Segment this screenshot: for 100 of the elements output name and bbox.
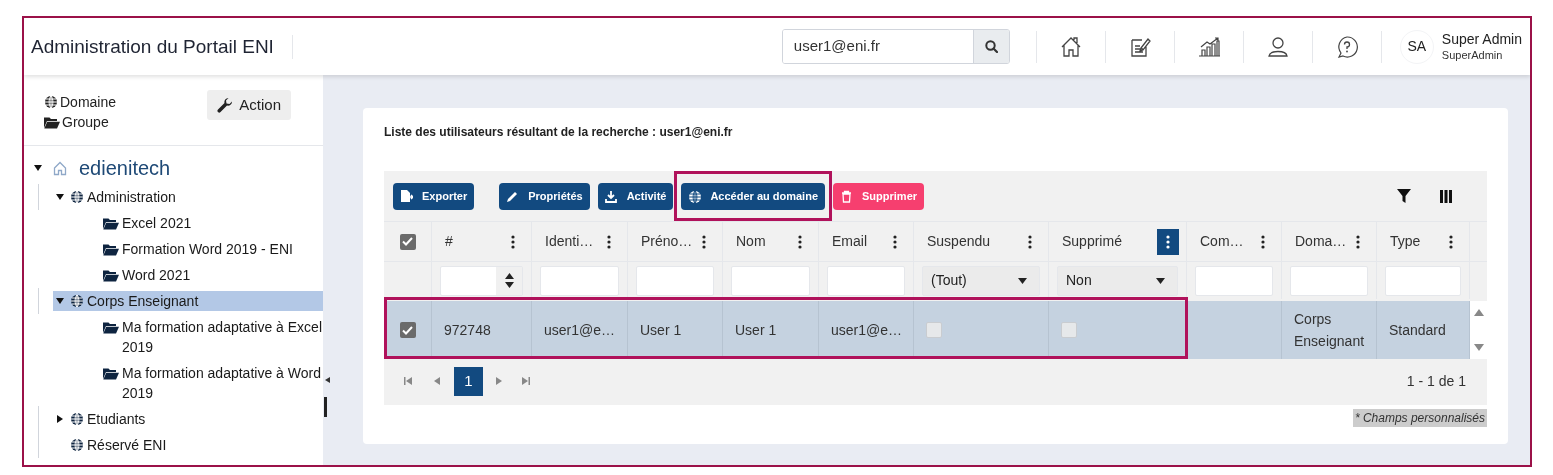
tree-label: Corps Enseignant [87, 292, 199, 311]
column-header: Email [832, 232, 867, 251]
tree-label: Administration [87, 188, 176, 207]
table-cell-text: user1@e… [831, 321, 903, 340]
tree-item[interactable]: Corps Enseignant [53, 291, 323, 311]
user-name: Super Admin [1441, 30, 1522, 47]
more-vertical-icon [702, 234, 706, 249]
previous-page-icon[interactable] [434, 377, 440, 385]
filter-field[interactable] [1290, 265, 1368, 296]
folder-icon [103, 268, 119, 282]
globe-icon [70, 412, 84, 426]
caret-right-icon[interactable] [57, 415, 63, 423]
search-button[interactable] [972, 30, 1009, 63]
search-icon [984, 40, 998, 53]
tree-item[interactable]: Réservé ENI [53, 435, 323, 455]
folder-icon [103, 242, 119, 256]
column-header: Préno… [641, 232, 693, 251]
tree-item[interactable]: Ma formation adaptative à Excel 2019 [86, 317, 323, 357]
table-cell-text: User 1 [640, 321, 682, 340]
table-row[interactable]: 972748 user1@e… User 1 User 1 user1@e… Corps Enseignant Standard [384, 301, 1487, 359]
column-header: Supprimé [1062, 232, 1122, 251]
checkbox[interactable] [399, 233, 416, 250]
column-header: Suspendu [927, 232, 991, 251]
tree-label: Ma formation adaptative à Word 2019 [122, 364, 322, 403]
table-cell-text: user1@e… [544, 321, 616, 340]
legend-label: Domaine [60, 92, 117, 112]
more-vertical-icon [607, 234, 611, 249]
table-cell-text: 972748 [444, 321, 491, 340]
more-vertical-icon [1028, 234, 1032, 249]
chart-icon[interactable] [1196, 34, 1221, 59]
scrollbar[interactable] [1470, 301, 1487, 359]
tree-label: edienitech [79, 156, 171, 181]
column-header: Com… [1200, 232, 1244, 251]
pagination-summary: 1 - 1 de 1 [1406, 371, 1466, 391]
column-header: Doma… [1295, 232, 1347, 251]
tree-item[interactable]: Ma formation adaptative à Word 2019 [86, 363, 323, 403]
splitter-handle[interactable] [324, 397, 327, 417]
filter-field[interactable] [636, 265, 714, 296]
more-vertical-icon [1356, 234, 1360, 249]
tree-item[interactable]: Administration [53, 187, 323, 207]
results-caption: Liste des utilisateurs résultant de la recherche : user1@eni.fr [384, 124, 734, 140]
checkbox[interactable] [1061, 322, 1077, 338]
tree-label: Ma formation adaptative à Excel 2019 [122, 318, 323, 357]
tree-label: Excel 2021 [122, 214, 192, 233]
checkbox[interactable] [926, 322, 942, 338]
filter-dropdown[interactable]: (Tout) [922, 265, 1040, 296]
user-icon[interactable] [1265, 34, 1290, 59]
tree-item[interactable]: Formation Word 2019 - ENI [86, 239, 323, 259]
filter-dropdown[interactable]: Non [1057, 265, 1178, 296]
filter-field[interactable] [1195, 265, 1273, 296]
page-button[interactable]: 1 [454, 366, 483, 396]
number-filter-field[interactable] [440, 265, 523, 296]
scroll-up-icon [1473, 309, 1484, 316]
legend-label: Groupe [62, 112, 109, 132]
tree-item[interactable]: Word 2021 [86, 265, 323, 285]
columns-icon[interactable] [1440, 189, 1452, 203]
filter-field[interactable] [731, 265, 810, 296]
filter-field[interactable] [540, 265, 619, 296]
filter-icon[interactable] [1397, 189, 1411, 203]
trash-icon [840, 189, 853, 203]
more-vertical-icon [1261, 234, 1265, 249]
folder-icon [103, 320, 119, 334]
next-page-icon[interactable] [496, 377, 502, 385]
toolbar-button[interactable]: Propriétés [499, 182, 590, 210]
filter-field[interactable] [827, 265, 905, 296]
toolbar-button[interactable]: Accéder au domaine [681, 182, 825, 210]
more-vertical-icon [1449, 234, 1453, 249]
last-page-icon[interactable] [522, 377, 530, 385]
caret-down-icon[interactable] [56, 194, 64, 200]
filter-field[interactable] [1385, 265, 1461, 296]
more-vertical-icon [511, 234, 515, 249]
column-header: Type [1390, 232, 1421, 251]
wrench-icon [217, 97, 234, 113]
app-title: Administration du Portail ENI [24, 34, 293, 59]
toolbar-button[interactable]: Activité [597, 182, 674, 210]
first-page-icon[interactable] [404, 377, 412, 385]
pencil-icon [506, 189, 520, 203]
checkbox[interactable] [399, 322, 416, 338]
table-cell-text: Corps Enseignant [1294, 310, 1366, 351]
caret-down-icon[interactable] [34, 165, 42, 171]
folder-icon [103, 366, 119, 380]
action-button[interactable]: Action [207, 90, 291, 120]
download-icon [604, 189, 618, 203]
search-field[interactable]: user1@eni.fr [781, 29, 1010, 64]
globe-icon [70, 190, 84, 204]
toolbar-button[interactable]: Exporter [393, 182, 475, 210]
column-header: # [445, 232, 453, 251]
tree-item[interactable]: edienitech [31, 155, 323, 181]
collapse-arrow-icon[interactable] [325, 377, 330, 383]
tree-item[interactable]: Excel 2021 [86, 213, 323, 233]
caret-down-icon[interactable] [56, 298, 64, 304]
tree-label: Réservé ENI [87, 436, 167, 455]
column-menu-button[interactable] [1157, 228, 1179, 255]
column-header: Nom [736, 232, 766, 251]
spinner-icon[interactable] [504, 273, 514, 288]
caret-down-icon [1018, 277, 1027, 284]
toolbar-button[interactable]: Supprimer [833, 182, 925, 210]
tree-item[interactable]: Etudiants [53, 409, 323, 429]
check-icon [402, 325, 413, 335]
globe-icon [70, 438, 84, 452]
